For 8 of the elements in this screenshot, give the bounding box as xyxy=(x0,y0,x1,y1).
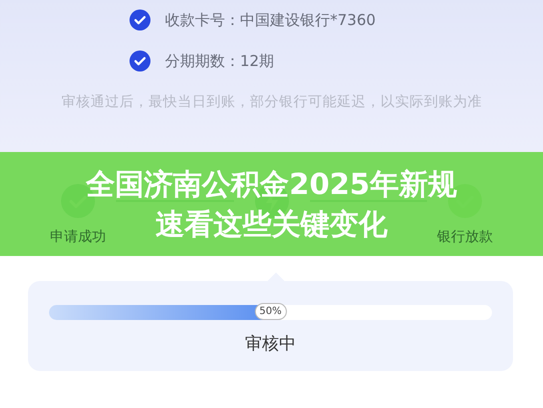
step-label: 申请成功 xyxy=(50,228,106,246)
step-label: 银行放款 xyxy=(437,228,493,246)
headline-text: 全国济南公积金2025年新规 xyxy=(86,166,457,203)
info-text: 分期期数：12期 xyxy=(165,52,274,70)
percent-badge: 50% xyxy=(254,303,287,320)
headline-text: 速看这些关键变化 xyxy=(156,206,388,243)
status-text: 审核中 xyxy=(244,333,297,355)
info-text: 收款卡号：中国建设银行*7360 xyxy=(165,10,376,30)
